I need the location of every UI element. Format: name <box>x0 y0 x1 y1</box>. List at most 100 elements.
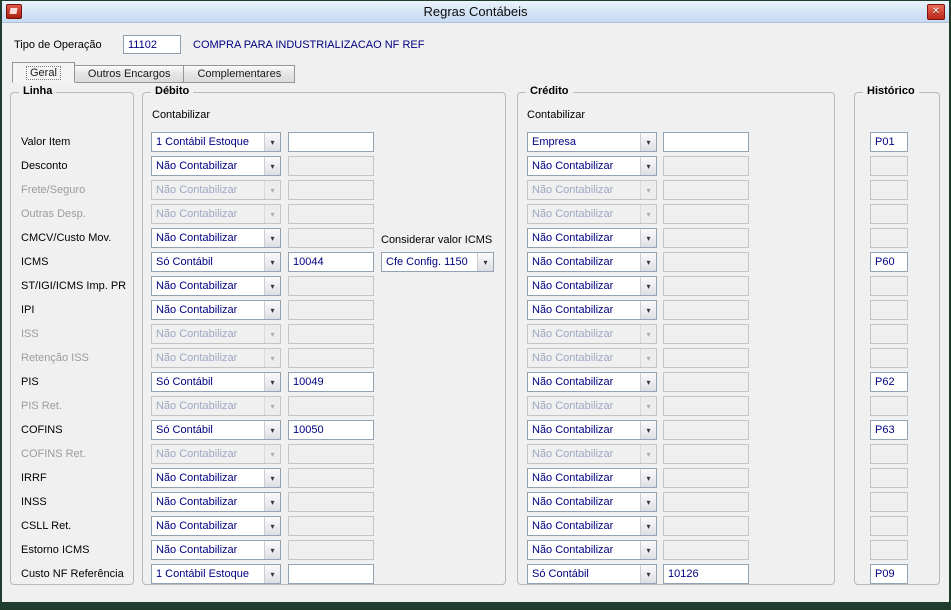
credit-account-field-valor-item[interactable] <box>663 132 749 152</box>
hist-row-iss <box>855 322 939 346</box>
tab-outros-encargos[interactable]: Outros Encargos <box>75 65 185 83</box>
linha-row-icms: ICMS <box>11 250 133 274</box>
debit-contabilizar-combo-csll-ret[interactable]: Não Contabilizar▾ <box>151 516 281 536</box>
row-label-irrf: IRRF <box>21 472 47 484</box>
linha-row-irrf: IRRF <box>11 466 133 490</box>
hist-row-st-igi-icms-imp-pr <box>855 274 939 298</box>
linha-row-outras-desp: Outras Desp. <box>11 202 133 226</box>
hist-row-icms: P60 <box>855 250 939 274</box>
chevron-down-icon: ▾ <box>264 445 280 463</box>
historico-field-pis[interactable]: P62 <box>870 372 908 392</box>
hist-row-desconto <box>855 154 939 178</box>
group-debito-label: Débito <box>151 85 193 97</box>
chevron-down-icon: ▾ <box>640 325 656 343</box>
hist-row-estorno-icms <box>855 538 939 562</box>
icms-config-combo[interactable]: Cfe Config. 1150 ▾ <box>381 252 494 272</box>
credit-contabilizar-value: Não Contabilizar <box>532 352 613 364</box>
close-button[interactable]: ✕ <box>927 4 945 20</box>
group-linha: Linha Valor ItemDescontoFrete/SeguroOutr… <box>10 92 134 585</box>
credit-contabilizar-combo-irrf[interactable]: Não Contabilizar▾ <box>527 468 657 488</box>
debit-row-frete-seguro: Não Contabilizar▾ <box>143 178 505 202</box>
tab-geral[interactable]: Geral <box>12 62 75 83</box>
chevron-down-icon: ▾ <box>264 421 280 439</box>
debit-contabilizar-combo-ipi[interactable]: Não Contabilizar▾ <box>151 300 281 320</box>
credit-contabilizar-combo-icms[interactable]: Não Contabilizar▾ <box>527 252 657 272</box>
debit-contabilizar-value: Não Contabilizar <box>156 520 237 532</box>
credit-row-ipi: Não Contabilizar▾ <box>518 298 834 322</box>
credit-row-frete-seguro: Não Contabilizar▾ <box>518 178 834 202</box>
debit-contabilizar-combo-iss: Não Contabilizar▾ <box>151 324 281 344</box>
group-credito-label: Crédito <box>526 85 573 97</box>
debit-contabilizar-combo-irrf[interactable]: Não Contabilizar▾ <box>151 468 281 488</box>
debit-account-field-icms[interactable]: 10044 <box>288 252 374 272</box>
debit-account-field-frete-seguro <box>288 180 374 200</box>
linha-row-cofins-ret: COFINS Ret. <box>11 442 133 466</box>
tab-complementares[interactable]: Complementares <box>184 65 295 83</box>
debit-contabilizar-combo-inss[interactable]: Não Contabilizar▾ <box>151 492 281 512</box>
hist-row-cofins-ret <box>855 442 939 466</box>
historico-field-icms[interactable]: P60 <box>870 252 908 272</box>
credit-row-retencao-iss: Não Contabilizar▾ <box>518 346 834 370</box>
debit-account-field-valor-item[interactable] <box>288 132 374 152</box>
chevron-down-icon: ▾ <box>264 181 280 199</box>
debit-contabilizar-combo-pis[interactable]: Só Contábil▾ <box>151 372 281 392</box>
window-frame-bottom <box>0 602 951 610</box>
operation-code-field[interactable]: 11102 <box>123 35 181 54</box>
row-label-cofins: COFINS <box>21 424 63 436</box>
credit-contabilizar-combo-valor-item[interactable]: Empresa▾ <box>527 132 657 152</box>
historico-field-cofins[interactable]: P63 <box>870 420 908 440</box>
group-historico: Histórico P01P60P62P63P09 <box>854 92 940 585</box>
debit-account-field-pis[interactable]: 10049 <box>288 372 374 392</box>
credit-contabilizar-combo-st-igi-icms-imp-pr[interactable]: Não Contabilizar▾ <box>527 276 657 296</box>
linha-row-pis: PIS <box>11 370 133 394</box>
debit-contabilizar-combo-valor-item[interactable]: 1 Contábil Estoque▾ <box>151 132 281 152</box>
credit-contabilizar-combo-ipi[interactable]: Não Contabilizar▾ <box>527 300 657 320</box>
row-label-st-igi-icms-imp-pr: ST/IGI/ICMS Imp. PR <box>21 280 126 292</box>
credit-contabilizar-combo-pis[interactable]: Não Contabilizar▾ <box>527 372 657 392</box>
credit-contabilizar-value: Não Contabilizar <box>532 304 613 316</box>
historico-field-frete-seguro <box>870 180 908 200</box>
credit-contabilizar-combo-inss[interactable]: Não Contabilizar▾ <box>527 492 657 512</box>
credit-row-pis: Não Contabilizar▾ <box>518 370 834 394</box>
debit-contabilizar-combo-cmcv-custo-mov[interactable]: Não Contabilizar▾ <box>151 228 281 248</box>
linha-row-retencao-iss: Retenção ISS <box>11 346 133 370</box>
debit-row-pis-ret: Não Contabilizar▾ <box>143 394 505 418</box>
linha-row-st-igi-icms-imp-pr: ST/IGI/ICMS Imp. PR <box>11 274 133 298</box>
credit-contabilizar-combo-estorno-icms[interactable]: Não Contabilizar▾ <box>527 540 657 560</box>
debit-contabilizar-combo-cofins[interactable]: Só Contábil ▾ <box>151 420 281 440</box>
debit-contabilizar-value: Só Contábil <box>156 424 213 436</box>
debit-contabilizar-combo-estorno-icms[interactable]: Não Contabilizar ▾ <box>151 540 281 560</box>
chevron-down-icon: ▾ <box>264 565 280 583</box>
credit-contabilizar-combo-csll-ret[interactable]: Não Contabilizar▾ <box>527 516 657 536</box>
linha-row-csll-ret: CSLL Ret. <box>11 514 133 538</box>
debit-contabilizar-combo-custo-nf-referencia[interactable]: 1 Contábil Estoque▾ <box>151 564 281 584</box>
debit-contabilizar-combo-st-igi-icms-imp-pr[interactable]: Não Contabilizar▾ <box>151 276 281 296</box>
row-label-frete-seguro: Frete/Seguro <box>21 184 85 196</box>
credit-row-cofins-ret: Não Contabilizar▾ <box>518 442 834 466</box>
linha-row-valor-item: Valor Item <box>11 130 133 154</box>
credit-contabilizar-combo-cmcv-custo-mov[interactable]: Não Contabilizar▾ <box>527 228 657 248</box>
row-label-pis: PIS <box>21 376 39 388</box>
historico-field-custo-nf-referencia[interactable]: P09 <box>870 564 908 584</box>
credit-contabilizar-combo-custo-nf-referencia[interactable]: Só Contábil▾ <box>527 564 657 584</box>
historico-field-st-igi-icms-imp-pr <box>870 276 908 296</box>
historico-field-valor-item[interactable]: P01 <box>870 132 908 152</box>
chevron-down-icon: ▾ <box>640 373 656 391</box>
debit-contabilizar-combo-desconto[interactable]: Não Contabilizar▾ <box>151 156 281 176</box>
credit-contabilizar-combo-desconto[interactable]: Não Contabilizar▾ <box>527 156 657 176</box>
credit-row-pis-ret: Não Contabilizar▾ <box>518 394 834 418</box>
debit-account-field-custo-nf-referencia[interactable] <box>288 564 374 584</box>
hist-row-ipi <box>855 298 939 322</box>
credit-contabilizar-combo-outras-desp: Não Contabilizar▾ <box>527 204 657 224</box>
credit-account-field-custo-nf-referencia[interactable]: 10126 <box>663 564 749 584</box>
credit-contabilizar-value: Não Contabilizar <box>532 160 613 172</box>
debit-row-retencao-iss: Não Contabilizar▾ <box>143 346 505 370</box>
debit-row-valor-item: 1 Contábil Estoque▾ <box>143 130 505 154</box>
debit-contabilizar-value: Não Contabilizar <box>156 544 237 556</box>
debit-account-field-iss <box>288 324 374 344</box>
chevron-down-icon: ▾ <box>264 541 280 559</box>
debit-account-field-cofins[interactable]: 10050 <box>288 420 374 440</box>
window-title: Regras Contábeis <box>1 4 950 19</box>
debit-contabilizar-combo-icms[interactable]: Só Contábil▾ <box>151 252 281 272</box>
credit-contabilizar-combo-cofins[interactable]: Não Contabilizar▾ <box>527 420 657 440</box>
